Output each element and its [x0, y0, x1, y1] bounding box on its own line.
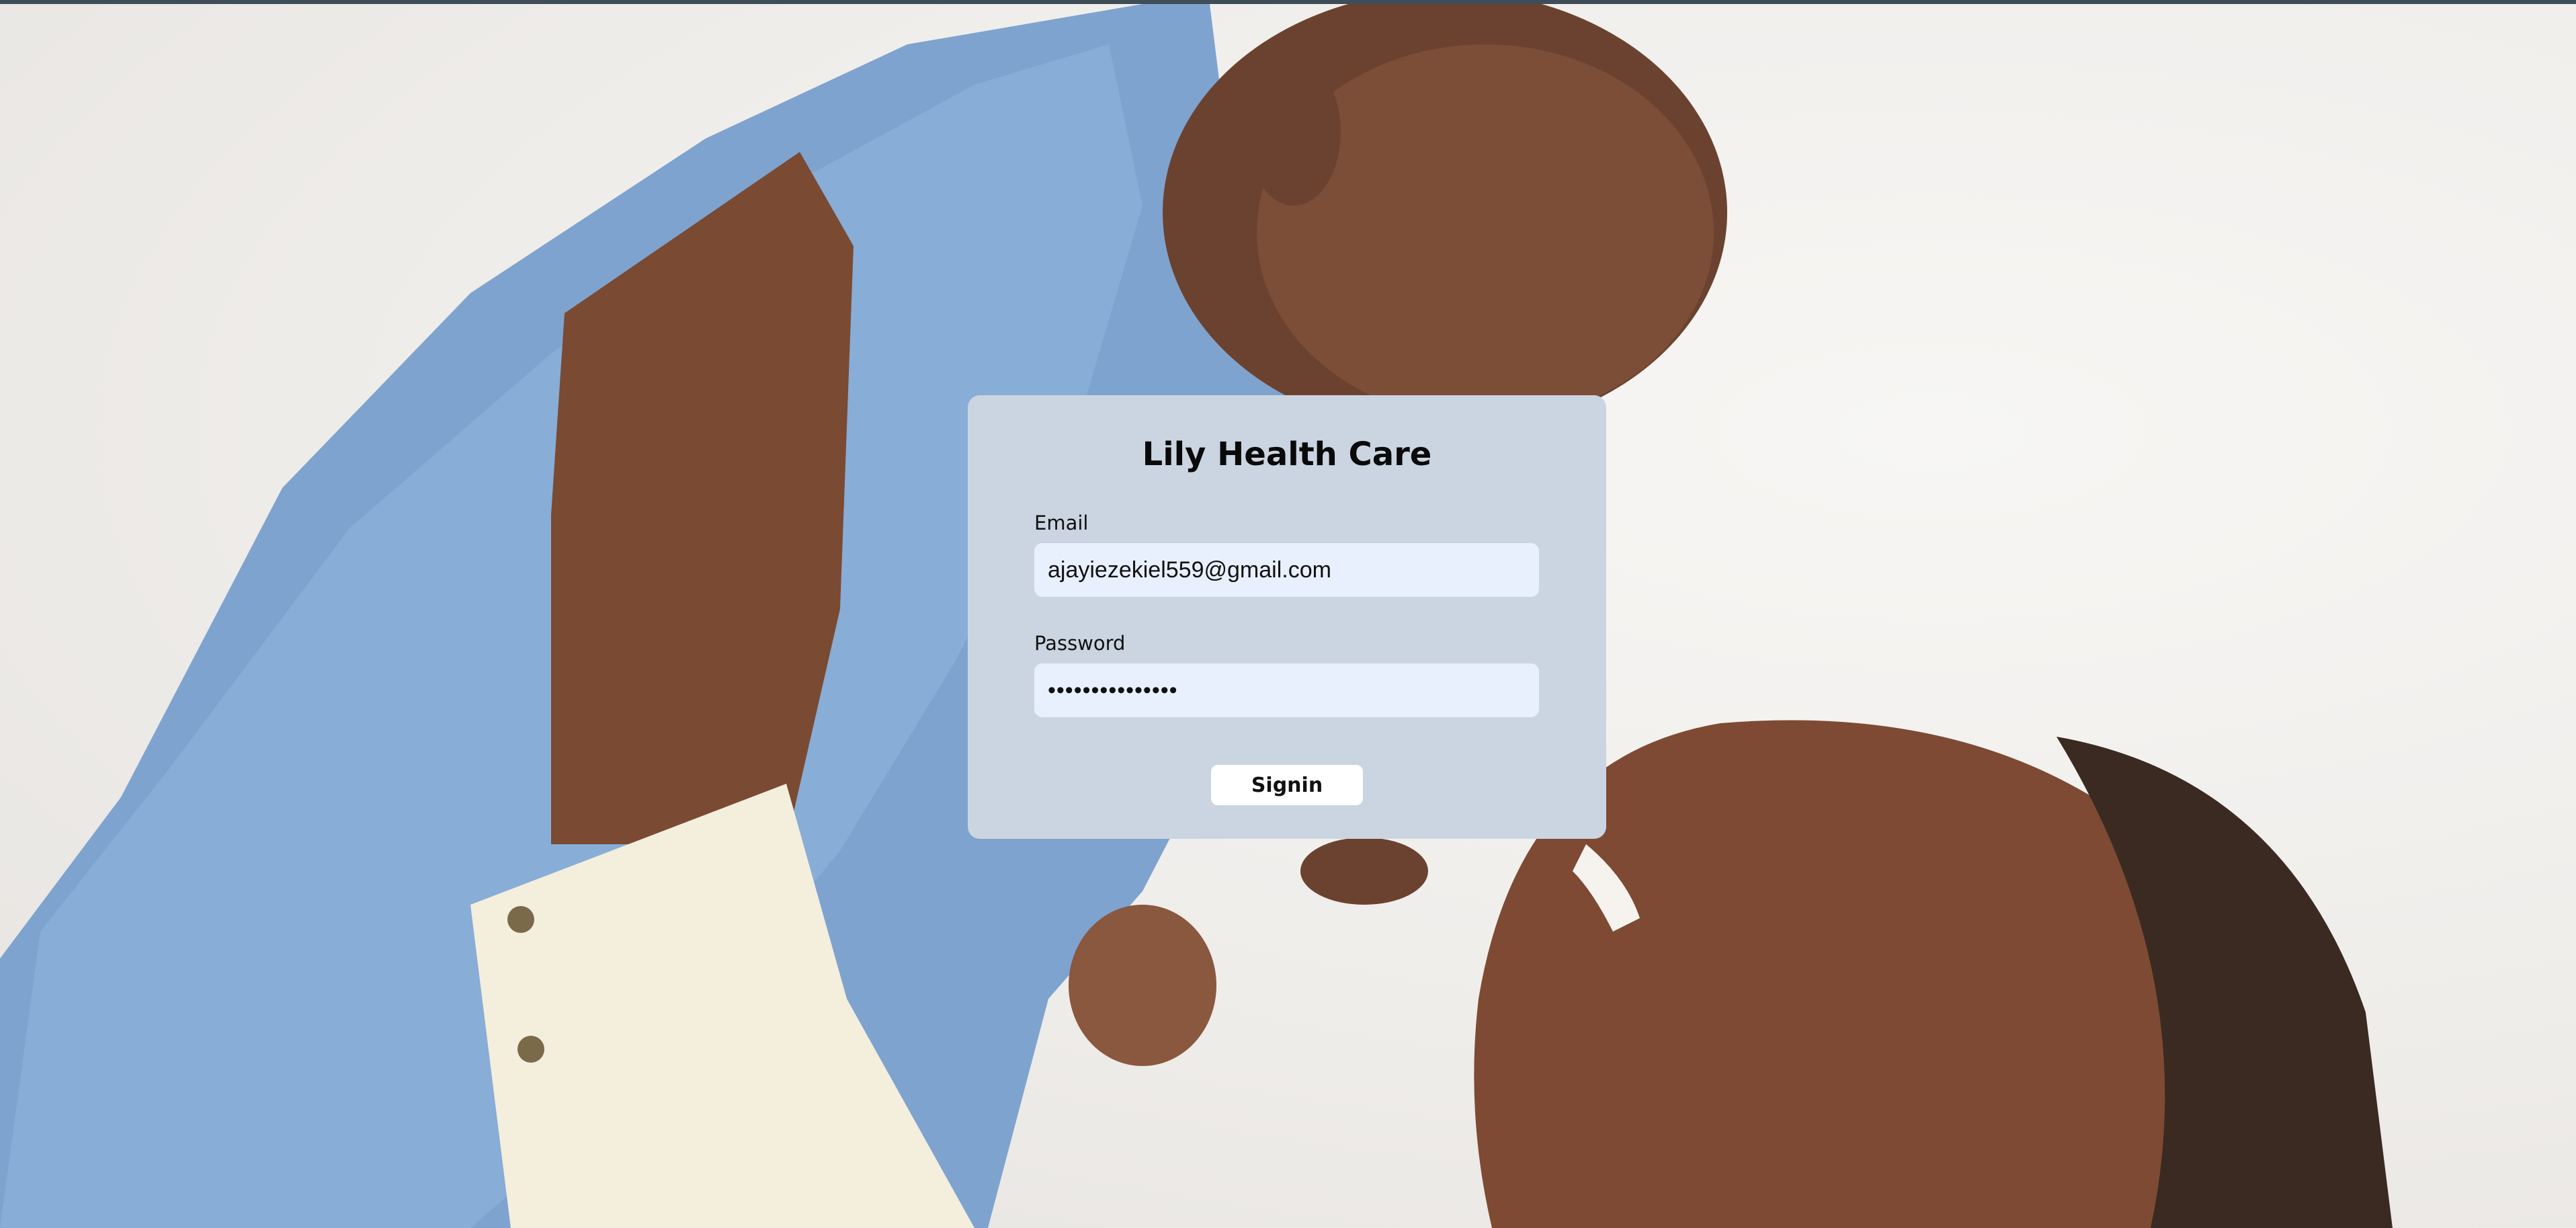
signin-button[interactable]: Signin	[1211, 765, 1363, 805]
page-title: Lily Health Care	[1142, 436, 1432, 473]
login-card: Lily Health Care Email Password Signin	[968, 395, 1606, 839]
email-label: Email	[1034, 511, 1089, 534]
password-field[interactable]	[1034, 663, 1539, 717]
email-field[interactable]	[1034, 543, 1539, 597]
password-label: Password	[1034, 632, 1126, 655]
browser-top-bar	[0, 0, 2576, 4]
